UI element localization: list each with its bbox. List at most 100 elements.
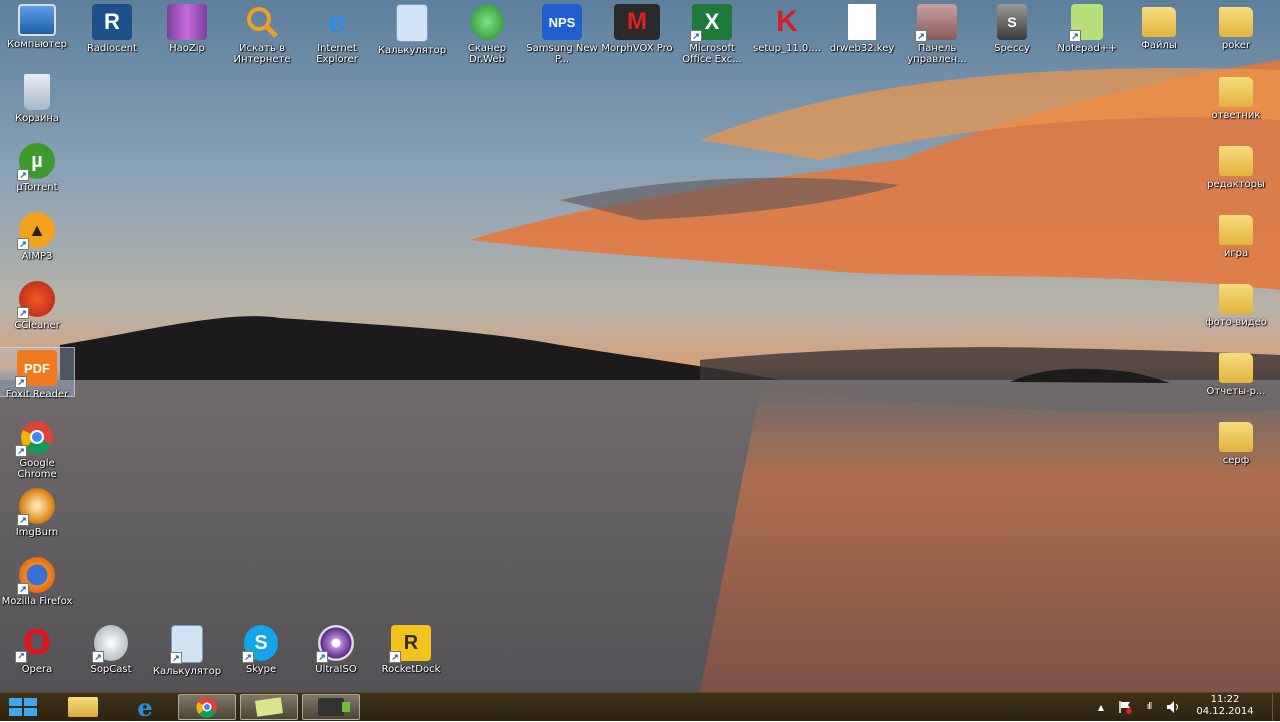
icon-label: серф bbox=[1222, 455, 1250, 466]
windows-logo-icon bbox=[9, 698, 37, 716]
folder-icon bbox=[1219, 422, 1253, 452]
taskbar-sticky-notes[interactable] bbox=[240, 694, 298, 720]
clock-date: 04.12.2014 bbox=[1196, 706, 1254, 717]
control-panel-icon: ↗ bbox=[915, 4, 957, 42]
desktop-icon-excel[interactable]: X ↗ Microsoft Office Exc... bbox=[675, 2, 749, 65]
desktop-icon-recycle-bin[interactable]: Корзина bbox=[0, 72, 74, 124]
foxit-pdf-icon: PDF ↗ bbox=[15, 350, 57, 388]
folder-icon bbox=[1219, 353, 1253, 383]
taskbar: e ▲ ıll 11:22 04.12.2014 bbox=[0, 692, 1280, 722]
start-button[interactable] bbox=[0, 694, 46, 720]
taskbar-clock[interactable]: 11:22 04.12.2014 bbox=[1190, 694, 1260, 718]
desktop-icon-notepad-plus[interactable]: ↗ Notepad++ bbox=[1050, 2, 1124, 54]
desktop-icon-opera[interactable]: O ↗ Opera bbox=[0, 623, 74, 675]
desktop-folder-files[interactable]: Файлы bbox=[1122, 2, 1196, 51]
desktop-icon-control-panel[interactable]: ↗ Панель управлен... bbox=[900, 2, 974, 65]
desktop-icon-ccleaner[interactable]: ↗ CCleaner bbox=[0, 279, 74, 331]
desktop-folder-otvetnik[interactable]: ответник bbox=[1199, 72, 1273, 121]
taskbar-chrome[interactable] bbox=[178, 694, 236, 720]
desktop-icon-google-chrome[interactable]: ↗ Google Chrome bbox=[0, 417, 74, 480]
morphvox-icon: M bbox=[614, 4, 660, 40]
skype-icon: S ↗ bbox=[242, 625, 278, 663]
imgburn-disc-icon: ↗ bbox=[17, 488, 55, 526]
haozip-icon bbox=[167, 4, 207, 40]
desktop-icon-haozip[interactable]: HaoZip bbox=[150, 2, 224, 54]
firefox-icon: ↗ bbox=[17, 557, 55, 595]
taskbar-media-player[interactable] bbox=[302, 694, 360, 720]
icon-label: Калькулятор bbox=[377, 45, 447, 56]
desktop[interactable]: Компьютер R Radiocent HaoZip Искать в Ин… bbox=[0, 0, 1280, 692]
taskbar-explorer[interactable] bbox=[54, 694, 112, 720]
file-icon bbox=[848, 4, 876, 40]
network-signal-icon[interactable]: ıll bbox=[1142, 700, 1156, 714]
desktop-icon-morphvox[interactable]: M MorphVOX Pro bbox=[600, 2, 674, 54]
desktop-icon-rocketdock[interactable]: R ↗ RocketDock bbox=[374, 623, 448, 675]
icon-label: RocketDock bbox=[381, 664, 441, 675]
icon-label: AIMP3 bbox=[21, 251, 53, 262]
taskbar-internet-explorer[interactable]: e bbox=[116, 693, 174, 722]
icon-label: Internet Explorer bbox=[316, 43, 358, 65]
desktop-icon-firefox[interactable]: ↗ Mozilla Firefox bbox=[0, 555, 74, 607]
desktop-icon-drweb-key[interactable]: drweb32.key bbox=[825, 2, 899, 54]
desktop-icon-imgburn[interactable]: ↗ ImgBurn bbox=[0, 486, 74, 538]
shortcut-arrow-icon: ↗ bbox=[17, 169, 29, 181]
clock-time: 11:22 bbox=[1210, 694, 1240, 705]
icon-label: Radiocent bbox=[86, 43, 137, 54]
icon-label: Microsoft Office Exc... bbox=[682, 43, 742, 65]
shortcut-arrow-icon: ↗ bbox=[15, 376, 27, 388]
calculator-icon: ↗ bbox=[170, 625, 203, 664]
desktop-folder-serf[interactable]: серф bbox=[1199, 417, 1273, 466]
desktop-folder-poker[interactable]: poker bbox=[1199, 2, 1273, 51]
action-center-flag-icon[interactable] bbox=[1118, 700, 1132, 714]
desktop-icon-radiocent[interactable]: R Radiocent bbox=[75, 2, 149, 54]
icon-label: poker bbox=[1221, 40, 1251, 51]
desktop-icon-skype[interactable]: S ↗ Skype bbox=[224, 623, 298, 675]
icon-label: Google Chrome bbox=[17, 458, 57, 480]
desktop-icon-aimp[interactable]: ▲ ↗ AIMP3 bbox=[0, 210, 74, 262]
kaspersky-icon: K bbox=[776, 5, 798, 38]
aimp-icon: ▲ ↗ bbox=[17, 212, 55, 250]
icon-label: Speccy bbox=[994, 43, 1030, 54]
folder-icon bbox=[1219, 146, 1253, 176]
chrome-icon bbox=[196, 697, 217, 718]
icon-label: drweb32.key bbox=[829, 43, 895, 54]
desktop-icon-foxit-reader[interactable]: PDF ↗ Foxit Reader bbox=[0, 347, 75, 400]
volume-icon[interactable] bbox=[1166, 700, 1180, 714]
show-desktop-button[interactable] bbox=[1272, 693, 1280, 721]
desktop-icon-drweb-scanner[interactable]: Сканер Dr.Web bbox=[450, 2, 524, 65]
desktop-icon-samsung-nps[interactable]: NPS Samsung New P... bbox=[525, 2, 599, 65]
folder-icon bbox=[1219, 215, 1253, 245]
show-hidden-icons-arrow[interactable]: ▲ bbox=[1094, 700, 1108, 714]
desktop-icon-computer[interactable]: Компьютер bbox=[0, 2, 74, 50]
desktop-folder-editors[interactable]: редакторы bbox=[1199, 141, 1273, 190]
icon-label: MorphVOX Pro bbox=[601, 43, 673, 54]
computer-icon bbox=[18, 4, 56, 36]
icon-label: Notepad++ bbox=[1057, 43, 1117, 54]
desktop-icon-sopcast[interactable]: ↗ SopCast bbox=[74, 623, 148, 675]
desktop-folder-reports[interactable]: Отчеты-р... bbox=[1199, 348, 1273, 397]
magnifier-icon bbox=[242, 4, 282, 40]
folder-icon bbox=[1219, 7, 1253, 37]
icon-label: setup_11.0.... bbox=[753, 43, 821, 54]
desktop-icon-speccy[interactable]: S Speccy bbox=[975, 2, 1049, 54]
shortcut-arrow-icon: ↗ bbox=[92, 651, 104, 663]
icon-label: игра bbox=[1223, 248, 1249, 259]
desktop-icon-calculator-2[interactable]: ↗ Калькулятор bbox=[150, 623, 224, 677]
desktop-icon-ultraiso[interactable]: ↗ UltraISO bbox=[299, 623, 373, 675]
shortcut-arrow-icon: ↗ bbox=[15, 445, 27, 457]
radiocent-icon: R bbox=[92, 4, 132, 40]
drweb-spider-icon bbox=[470, 4, 504, 40]
shortcut-arrow-icon: ↗ bbox=[1069, 30, 1081, 42]
utorrent-icon: µ ↗ bbox=[17, 143, 55, 181]
desktop-icon-kaspersky-setup[interactable]: K setup_11.0.... bbox=[750, 2, 824, 54]
icon-label: HaoZip bbox=[169, 43, 205, 54]
folder-icon bbox=[1142, 7, 1176, 37]
desktop-folder-photo-video[interactable]: фото-видео bbox=[1199, 279, 1273, 328]
icon-label: Корзина bbox=[14, 113, 60, 124]
desktop-icon-calculator[interactable]: Калькулятор bbox=[375, 2, 449, 56]
chrome-icon: ↗ bbox=[15, 419, 57, 457]
desktop-folder-game[interactable]: игра bbox=[1199, 210, 1273, 259]
desktop-icon-search-internet[interactable]: Искать в Интернете bbox=[225, 2, 299, 65]
desktop-icon-internet-explorer[interactable]: e Internet Explorer bbox=[300, 2, 374, 66]
desktop-icon-utorrent[interactable]: µ ↗ µTorrent bbox=[0, 141, 74, 193]
